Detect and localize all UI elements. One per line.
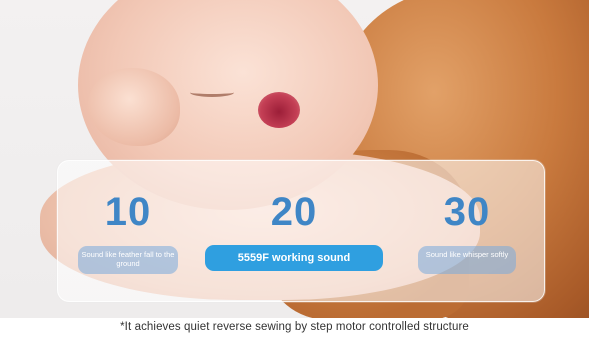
footnote-caption: *It achieves quiet reverse sewing by ste…	[120, 321, 469, 333]
stat-value: 10	[104, 190, 152, 234]
stat-label-whisper: Sound like whisper softly	[418, 246, 516, 274]
stat-value: 20	[270, 190, 318, 234]
stat-feather: 10	[78, 190, 178, 234]
stat-label-feather: Sound like feather fall to the ground	[78, 246, 178, 274]
stat-whisper: 30	[418, 190, 516, 234]
stat-value: 30	[443, 190, 491, 234]
baby-mouth	[258, 92, 300, 128]
product-banner: 10 20 30 Sound like feather fall to the …	[0, 0, 589, 352]
baby-eye	[190, 88, 234, 97]
stat-label-working: 5559F working sound	[205, 245, 383, 271]
stat-working: 20	[205, 190, 383, 234]
